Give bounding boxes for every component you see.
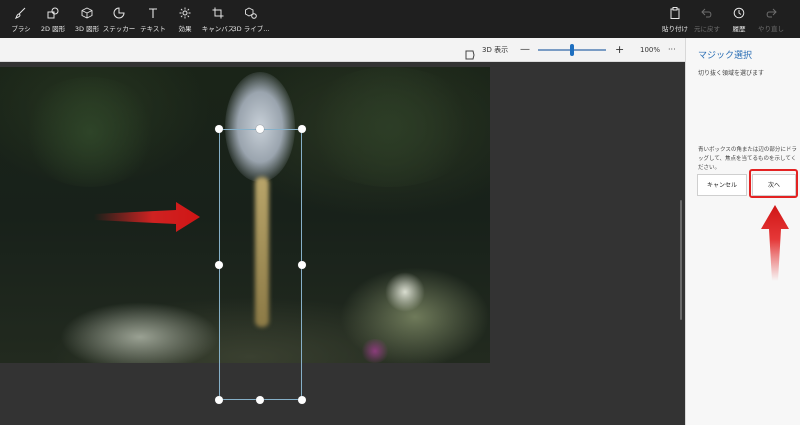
canvas-tool[interactable]: キャンバス xyxy=(201,0,235,38)
2d-shapes-tool[interactable]: 2D 図形 xyxy=(38,0,68,38)
brush-tool-label: ブラシ xyxy=(11,24,31,33)
history-icon xyxy=(732,6,746,20)
paste-label: 貼り付け xyxy=(662,24,688,33)
redo-button[interactable]: やり直し xyxy=(756,0,786,38)
redo-icon xyxy=(764,6,778,20)
brush-icon xyxy=(14,6,28,20)
stickers-label: ステッカー xyxy=(102,24,136,33)
selection-handle-bottom-right[interactable] xyxy=(298,396,306,404)
3d-shapes-tool[interactable]: 3D 図形 xyxy=(72,0,102,38)
canvas-label: キャンバス xyxy=(201,24,235,33)
3d-library-tool[interactable]: 3D ライブ... xyxy=(232,0,270,38)
text-icon xyxy=(146,6,160,20)
text-tool[interactable]: テキスト xyxy=(138,0,168,38)
vertical-scrollbar[interactable] xyxy=(680,200,682,320)
2d-shapes-icon xyxy=(46,6,60,20)
highlight-box xyxy=(749,169,798,198)
pink-flower xyxy=(360,339,390,363)
brush-tool[interactable]: ブラシ xyxy=(8,0,34,38)
selection-handle-top-right[interactable] xyxy=(298,125,306,133)
zoom-out-button[interactable]: — xyxy=(520,38,530,62)
undo-icon xyxy=(700,6,714,20)
redo-label: やり直し xyxy=(758,24,784,33)
stickers-icon xyxy=(112,6,126,20)
white-flower xyxy=(385,272,425,312)
paste-icon xyxy=(668,6,682,20)
more-options-button[interactable]: ··· xyxy=(668,38,676,62)
2d-shapes-label: 2D 図形 xyxy=(40,24,66,33)
flowers-blob xyxy=(60,302,220,363)
3d-library-icon xyxy=(244,6,258,20)
paste-button[interactable]: 貼り付け xyxy=(660,0,690,38)
foliage-blob xyxy=(300,67,480,187)
effects-label: 効果 xyxy=(178,24,192,33)
history-label: 履歴 xyxy=(732,24,746,33)
red-arrow-up-icon xyxy=(761,205,789,281)
stickers-tool[interactable]: ステッカー xyxy=(102,0,136,38)
panel-hint: 切り抜く領域を選びます xyxy=(698,70,765,77)
selection-handle-top-left[interactable] xyxy=(215,125,223,133)
zoom-level: 100% xyxy=(640,46,661,54)
selection-handle-bottom-left[interactable] xyxy=(215,396,223,404)
red-arrow-right-icon xyxy=(94,202,200,232)
selection-box[interactable] xyxy=(219,129,302,400)
effects-icon xyxy=(178,6,192,20)
view-bar: 3D 表示 — + 100% ··· xyxy=(0,38,685,62)
selection-handle-right[interactable] xyxy=(298,261,306,269)
3d-library-label: 3D ライブ... xyxy=(232,24,270,33)
3d-view-label[interactable]: 3D 表示 xyxy=(482,38,508,62)
zoom-slider-thumb[interactable] xyxy=(570,44,574,56)
effects-tool[interactable]: 効果 xyxy=(170,0,200,38)
panel-title: マジック選択 xyxy=(698,51,753,61)
3d-shapes-icon xyxy=(80,6,94,20)
text-label: テキスト xyxy=(140,24,166,33)
selection-handle-bottom[interactable] xyxy=(256,396,264,404)
history-button[interactable]: 履歴 xyxy=(724,0,754,38)
zoom-in-button[interactable]: + xyxy=(615,38,624,62)
foliage-blob xyxy=(20,77,160,187)
undo-button[interactable]: 元に戻す xyxy=(692,0,722,38)
top-toolbar: ブラシ 2D 図形 3D 図形 ステッカー テキスト 効果 キャンバス 3D ラ… xyxy=(0,0,800,38)
selection-handle-top[interactable] xyxy=(256,125,264,133)
canvas-icon xyxy=(211,6,225,20)
undo-label: 元に戻す xyxy=(694,24,720,33)
cancel-button[interactable]: キャンセル xyxy=(697,174,747,196)
3d-shapes-label: 3D 図形 xyxy=(74,24,100,33)
selection-handle-left[interactable] xyxy=(215,261,223,269)
